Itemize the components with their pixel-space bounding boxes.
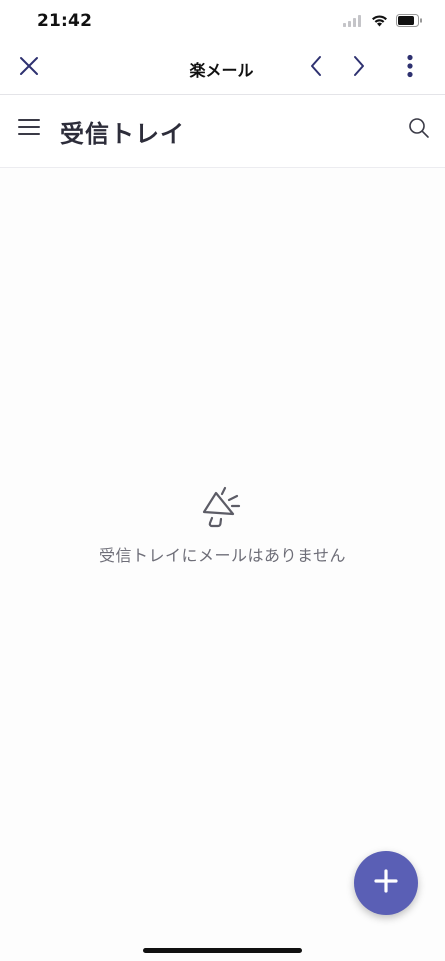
status-icons: [343, 13, 423, 29]
home-indicator[interactable]: [143, 948, 302, 953]
chevron-left-icon: [308, 54, 324, 82]
wifi-icon: [371, 12, 388, 31]
more-vertical-icon: [406, 54, 414, 82]
menu-button[interactable]: [13, 113, 45, 145]
empty-state: 受信トレイにメールはありません: [0, 480, 445, 566]
menu-icon: [18, 118, 40, 140]
app-title: 楽メール: [189, 61, 254, 80]
search-button[interactable]: [403, 114, 435, 146]
back-button[interactable]: [300, 52, 332, 84]
compose-button[interactable]: [354, 851, 418, 915]
cellular-signal-icon: [343, 12, 363, 31]
forward-button[interactable]: [343, 52, 375, 84]
status-time: 21:42: [37, 11, 93, 31]
folder-header: 受信トレイ: [0, 95, 445, 168]
more-options-button[interactable]: [394, 52, 426, 84]
search-icon: [408, 117, 430, 143]
chevron-right-icon: [351, 54, 367, 82]
folder-title: 受信トレイ: [60, 120, 185, 148]
status-bar: 21:42: [0, 0, 445, 42]
battery-icon: [396, 12, 423, 31]
empty-message: 受信トレイにメールはありません: [98, 546, 347, 565]
app-bar: 楽メール: [0, 42, 445, 95]
plus-icon: [373, 868, 399, 898]
megaphone-icon: [197, 480, 249, 532]
